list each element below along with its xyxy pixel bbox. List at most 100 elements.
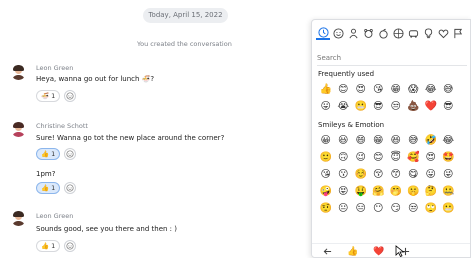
add-reaction-button[interactable] [64,90,76,102]
search-underline [317,65,467,66]
emoji-item[interactable]: 🤩 [440,149,458,166]
avatar-leon-green[interactable] [11,65,26,80]
emoji-item[interactable]: 😭 [335,98,353,115]
emoji-item[interactable]: 👍 [317,81,335,98]
emoji-item[interactable]: 💩 [405,98,423,115]
sender-name: Leon Green [36,64,74,72]
back-arrow-icon[interactable] [320,245,334,258]
emoji-item[interactable]: 🥰 [405,149,423,166]
emoji-item[interactable]: 😶 [370,200,388,217]
reaction-count: 1 [51,150,56,158]
emoji-item[interactable]: 🤐 [440,183,458,200]
add-reaction-button[interactable] [64,240,76,252]
mouse-cursor-icon [395,245,405,257]
emoji-category-bar [312,20,470,46]
emoji-item[interactable]: 🤔 [422,183,440,200]
emoji-item[interactable]: 😒 [387,98,405,115]
emoji-item[interactable]: 😁 [387,81,405,98]
emoji-item[interactable]: 😘 [370,81,388,98]
avatar-christine-schott[interactable] [11,122,26,137]
emoji-item[interactable]: 😍 [422,149,440,166]
emoji-item[interactable]: 😄 [352,132,370,149]
emoji-item[interactable]: 😗 [335,166,353,183]
reaction-emoji: 👍 [41,242,50,250]
emoji-item[interactable]: 😊 [335,81,353,98]
add-reaction-button[interactable] [64,182,76,194]
emoji-item[interactable]: 🤪 [317,183,335,200]
emoji-item[interactable]: 😎 [440,98,458,115]
emoji-item[interactable]: 🤫 [405,183,423,200]
emoji-item[interactable]: 😙 [387,166,405,183]
section-title-frequent: Frequently used [318,70,375,78]
smiley-icon[interactable] [331,26,345,40]
message-text: 1pm? [36,170,56,178]
emoji-item[interactable]: 😀 [317,132,335,149]
food-icon[interactable] [376,26,390,40]
reaction-emoji: 👍 [41,150,50,158]
emoji-item[interactable]: 😒 [405,200,423,217]
emoji-item[interactable]: 😇 [387,149,405,166]
emoji-item[interactable]: 😍 [352,81,370,98]
emoji-item[interactable]: 😊 [370,149,388,166]
reaction-chip[interactable]: 👍 1 [36,182,61,194]
travel-icon[interactable] [406,26,420,40]
emoji-item[interactable]: 🤣 [422,132,440,149]
reaction-count: 1 [51,92,56,100]
emoji-item[interactable]: 😂 [422,81,440,98]
emoji-item[interactable]: 😂 [440,132,458,149]
emoji-item[interactable]: 😆 [387,132,405,149]
emoji-picker-footer: 👍 ❤️ [312,243,470,258]
reaction-emoji: 👍 [41,184,50,192]
flags-icon[interactable] [451,26,465,40]
emoji-item[interactable]: 😃 [335,132,353,149]
emoji-item[interactable]: 😋 [405,166,423,183]
emoji-item[interactable]: 🤑 [352,183,370,200]
section-title-smileys: Smileys & Emotion [318,121,385,129]
emoji-item[interactable]: 🤨 [317,200,335,217]
smiley-add-icon [66,92,74,100]
heart-button[interactable]: ❤️ [372,245,386,258]
emoji-item[interactable]: 🤭 [387,183,405,200]
emoji-item[interactable]: 😝 [335,183,353,200]
objects-icon[interactable] [421,26,435,40]
recent-icon[interactable] [316,26,330,40]
person-icon[interactable] [346,26,360,40]
animal-icon[interactable] [361,26,375,40]
emoji-item[interactable]: 😜 [440,166,458,183]
emoji-item[interactable]: 🙂 [317,149,335,166]
message-text: Sure! Wanna go tot the new place around … [36,134,225,142]
reaction-chip[interactable]: 👍 1 [36,148,61,160]
reaction-count: 1 [51,242,56,250]
emoji-item[interactable]: 😁 [370,132,388,149]
emoji-item[interactable]: 🤗 [370,183,388,200]
activity-icon[interactable] [391,26,405,40]
emoji-item[interactable]: 😛 [317,98,335,115]
emoji-item[interactable]: 😉 [352,149,370,166]
message-text: Sounds good, see you there and then : ) [36,225,177,233]
avatar-leon-green[interactable] [11,211,26,226]
emoji-item[interactable]: 🙃 [335,149,353,166]
reaction-emoji: 🍜 [41,92,50,100]
emoji-item[interactable]: 😎 [370,98,388,115]
reaction-chip[interactable]: 🍜 1 [36,90,61,102]
emoji-item[interactable]: 😛 [422,166,440,183]
emoji-item[interactable]: 😬 [440,200,458,217]
emoji-item[interactable]: 😐 [335,200,353,217]
emoji-item[interactable]: 😚 [370,166,388,183]
emoji-item[interactable]: ☺️ [352,166,370,183]
emoji-item[interactable]: 🙄 [422,200,440,217]
emoji-item[interactable]: ❤️ [422,98,440,115]
add-reaction-button[interactable] [64,148,76,160]
emoji-item[interactable]: 😅 [440,81,458,98]
smiley-add-icon [66,184,74,192]
reaction-chip[interactable]: 👍 1 [36,240,61,252]
emoji-item[interactable]: 😑 [352,200,370,217]
emoji-item[interactable]: 😅 [405,132,423,149]
emoji-item[interactable]: 😘 [317,166,335,183]
symbols-icon[interactable] [436,26,450,40]
emoji-item[interactable]: 😏 [387,200,405,217]
thumbs-up-button[interactable]: 👍 [346,245,360,258]
emoji-search-input[interactable] [317,51,467,65]
emoji-item[interactable]: 😬 [352,98,370,115]
emoji-item[interactable]: 😱 [405,81,423,98]
